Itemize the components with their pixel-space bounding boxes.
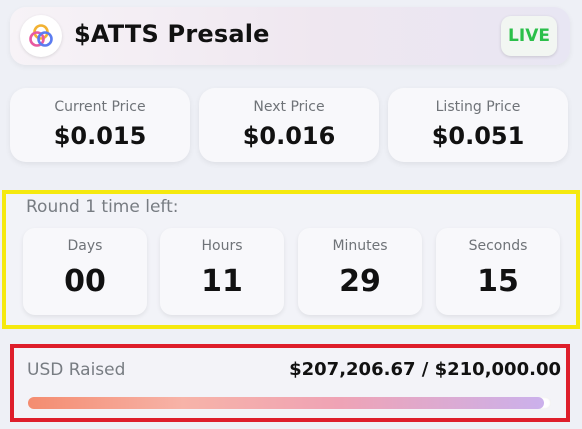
live-status-badge: LIVE	[501, 16, 557, 56]
hours-value: 11	[201, 264, 243, 299]
presale-header: $ATTS Presale LIVE	[10, 7, 570, 65]
seconds-value: 15	[477, 264, 519, 299]
listing-price-card: Listing Price $0.051	[388, 88, 568, 162]
countdown-title: Round 1 time left:	[26, 197, 179, 217]
usd-raised-value: $207,206.67 / $210,000.00	[289, 359, 561, 380]
next-price-label: Next Price	[253, 99, 325, 115]
countdown-timer: Round 1 time left: Days 00 Hours 11 Minu…	[2, 190, 580, 329]
countdown-hours: Hours 11	[160, 228, 284, 315]
next-price-card: Next Price $0.016	[199, 88, 379, 162]
hours-label: Hours	[201, 238, 243, 254]
minutes-label: Minutes	[332, 238, 388, 254]
usd-raised-label: USD Raised	[27, 360, 126, 380]
raise-progress-fill	[28, 397, 545, 409]
token-logo-icon	[20, 15, 62, 57]
current-price-value: $0.015	[53, 122, 147, 150]
listing-price-value: $0.051	[431, 122, 525, 150]
presale-title: $ATTS Presale	[74, 20, 270, 48]
countdown-seconds: Seconds 15	[436, 228, 560, 315]
minutes-value: 29	[339, 264, 381, 299]
days-value: 00	[64, 264, 106, 299]
next-price-value: $0.016	[242, 122, 336, 150]
raise-progress-bar	[28, 397, 551, 409]
days-label: Days	[67, 238, 103, 254]
listing-price-label: Listing Price	[435, 99, 521, 115]
seconds-label: Seconds	[468, 238, 528, 254]
current-price-card: Current Price $0.015	[10, 88, 190, 162]
countdown-minutes: Minutes 29	[298, 228, 422, 315]
current-price-label: Current Price	[54, 99, 146, 115]
countdown-days: Days 00	[23, 228, 147, 315]
usd-raised-panel: USD Raised $207,206.67 / $210,000.00	[10, 344, 570, 422]
